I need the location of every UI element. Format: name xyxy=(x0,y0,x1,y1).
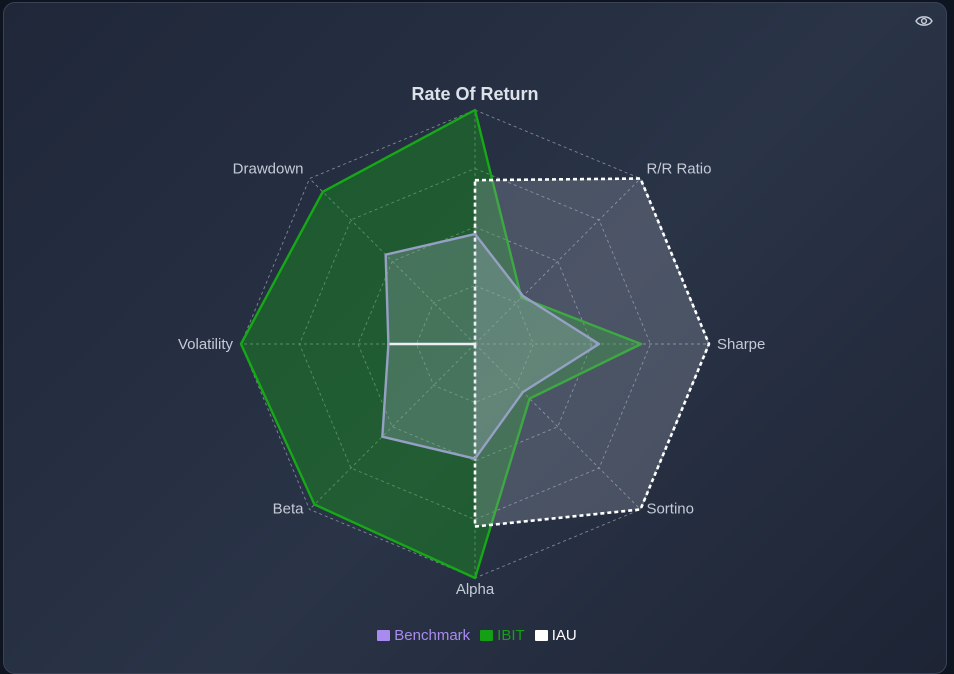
axis-label-volatility: Volatility xyxy=(178,336,234,353)
legend-label-benchmark: Benchmark xyxy=(394,627,471,644)
legend-item-ibit[interactable]: IBIT xyxy=(480,627,525,644)
legend-item-iau[interactable]: IAU xyxy=(534,627,577,644)
legend-label-iau: IAU xyxy=(551,627,577,644)
chart-legend: Benchmark IBIT IAU xyxy=(0,627,954,644)
legend-label-ibit: IBIT xyxy=(497,627,525,644)
axis-label-r-r-ratio: R/R Ratio xyxy=(646,161,711,178)
radar-series xyxy=(239,108,711,580)
axis-label-sortino: Sortino xyxy=(646,500,694,517)
legend-item-benchmark[interactable]: Benchmark xyxy=(377,627,470,644)
axis-label-drawdown: Drawdown xyxy=(233,161,304,178)
legend-swatch-ibit xyxy=(480,630,494,641)
legend-swatch-benchmark xyxy=(377,630,391,641)
axis-label-rate-of-return: Rate Of Return xyxy=(411,84,538,104)
axis-label-alpha: Alpha xyxy=(456,581,495,598)
legend-swatch-iau xyxy=(534,630,548,641)
radar-chart: Rate Of Return R/R Ratio Sharpe Sortino Alph… xyxy=(178,84,765,598)
axis-label-beta: Beta xyxy=(273,500,305,517)
axis-label-sharpe: Sharpe xyxy=(717,336,765,353)
